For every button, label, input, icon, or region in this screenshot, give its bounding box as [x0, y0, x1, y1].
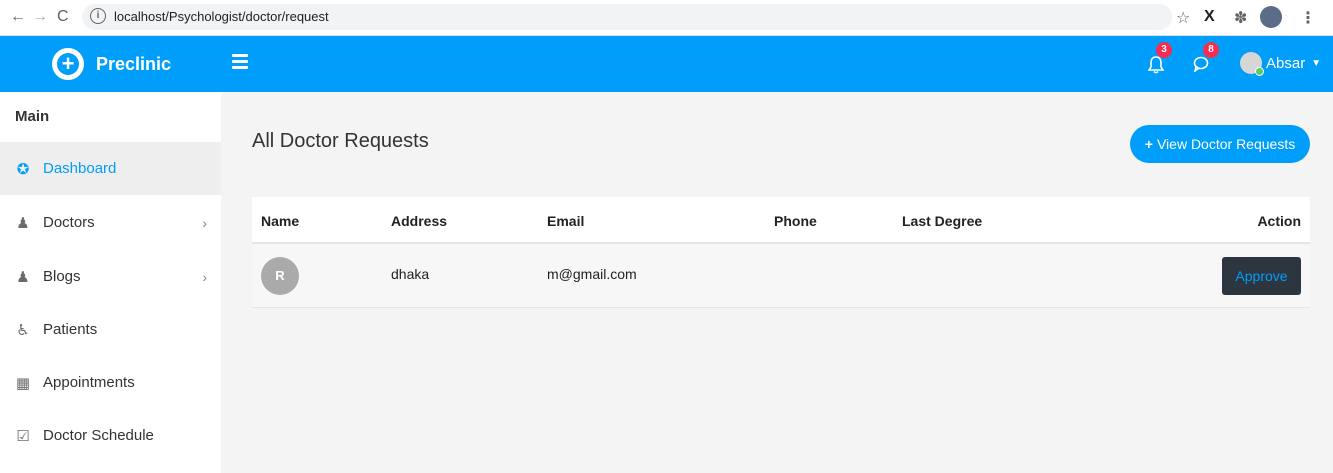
- cell-email: m@gmail.com: [547, 266, 637, 282]
- sidebar-item-label: Doctor Schedule: [43, 427, 154, 444]
- column-header-address[interactable]: Address: [391, 213, 447, 229]
- doctor-requests-table: Name Address Email Phone Last Degree Act…: [252, 197, 1310, 308]
- sidebar-item-label: Doctors: [43, 214, 95, 231]
- sidebar-item-dashboard[interactable]: ✪ Dashboard: [0, 142, 221, 195]
- sidebar-item-label: Appointments: [43, 374, 135, 391]
- calendar-check-icon: ☑: [16, 427, 30, 445]
- bookmark-star-icon[interactable]: ☆: [1176, 8, 1190, 28]
- sidebar-item-label: Dashboard: [43, 160, 117, 177]
- sidebar-item-blogs[interactable]: ♟ Blogs ›: [0, 250, 221, 303]
- menu-toggle-icon[interactable]: [232, 54, 248, 69]
- user-menu[interactable]: Absar ▼: [1240, 52, 1322, 76]
- column-header-last-degree[interactable]: Last Degree: [902, 213, 982, 229]
- column-header-email[interactable]: Email: [547, 213, 584, 229]
- table-row: R dhaka m@gmail.com Approve: [252, 244, 1310, 308]
- address-bar-url[interactable]: localhost/Psychologist/doctor/request: [114, 9, 329, 24]
- hospital-plus-icon: +: [52, 48, 84, 80]
- browser-menu-icon[interactable]: ⋮: [1300, 8, 1316, 28]
- calendar-icon: ▦: [15, 374, 31, 392]
- view-doctor-requests-label: View Doctor Requests: [1156, 136, 1296, 152]
- sidebar-item-patients[interactable]: ♿ Patients: [0, 303, 221, 356]
- column-header-name[interactable]: Name: [261, 213, 299, 229]
- reload-icon[interactable]: C: [57, 8, 69, 26]
- user-md-icon: ♟: [16, 214, 30, 232]
- caret-down-icon: ▼: [1311, 57, 1322, 69]
- wheelchair-icon: ♿: [16, 321, 30, 339]
- bell-icon[interactable]: [1147, 56, 1165, 79]
- forward-arrow-icon[interactable]: →: [32, 8, 48, 26]
- top-header: + Preclinic 3 8 Absar ▼: [0, 36, 1333, 92]
- user-avatar: [1240, 52, 1264, 76]
- column-header-action: Action: [1257, 213, 1301, 229]
- chevron-right-icon: ›: [202, 268, 207, 285]
- view-doctor-requests-button[interactable]: + View Doctor Requests: [1130, 125, 1310, 163]
- online-status-dot: [1255, 67, 1264, 76]
- extensions-puzzle-icon[interactable]: ✽: [1234, 8, 1247, 28]
- column-header-phone[interactable]: Phone: [774, 213, 817, 229]
- sidebar-item-doctors[interactable]: ♟ Doctors ›: [0, 196, 221, 249]
- profile-avatar-icon[interactable]: [1260, 6, 1282, 28]
- address-bar[interactable]: i localhost/Psychologist/doctor/request: [82, 4, 1172, 30]
- table-header: Name Address Email Phone Last Degree Act…: [252, 197, 1310, 244]
- user-icon: ♟: [16, 268, 30, 286]
- brand-name: Preclinic: [96, 53, 172, 74]
- sidebar-item-doctor-schedule[interactable]: ☑ Doctor Schedule: [0, 409, 221, 462]
- approve-button[interactable]: Approve: [1222, 257, 1301, 295]
- messages-badge: 8: [1203, 42, 1219, 58]
- cell-address: dhaka: [391, 266, 430, 282]
- sidebar-item-label: Blogs: [43, 268, 81, 285]
- sidebar-item-label: Patients: [43, 321, 98, 338]
- plus-icon: +: [1144, 136, 1153, 152]
- page-title: All Doctor Requests: [252, 130, 429, 152]
- chevron-right-icon: ›: [202, 214, 207, 231]
- chat-icon[interactable]: [1193, 56, 1209, 77]
- dashboard-icon: ✪: [16, 160, 30, 178]
- row-avatar: R: [261, 257, 299, 295]
- extension-x-icon[interactable]: X: [1204, 8, 1215, 26]
- sidebar-item-appointments[interactable]: ▦ Appointments: [0, 356, 221, 409]
- user-name: Absar: [1266, 54, 1306, 72]
- browser-toolbar: ← → C i localhost/Psychologist/doctor/re…: [0, 0, 1333, 36]
- sidebar-section-title: Main: [15, 108, 50, 125]
- back-arrow-icon[interactable]: ←: [10, 8, 26, 26]
- notifications-badge: 3: [1156, 42, 1172, 58]
- sidebar: Main ✪ Dashboard ♟ Doctors › ♟ Blogs › ♿…: [0, 92, 221, 473]
- brand-logo-link[interactable]: + Preclinic: [52, 48, 171, 80]
- info-icon[interactable]: i: [90, 8, 106, 24]
